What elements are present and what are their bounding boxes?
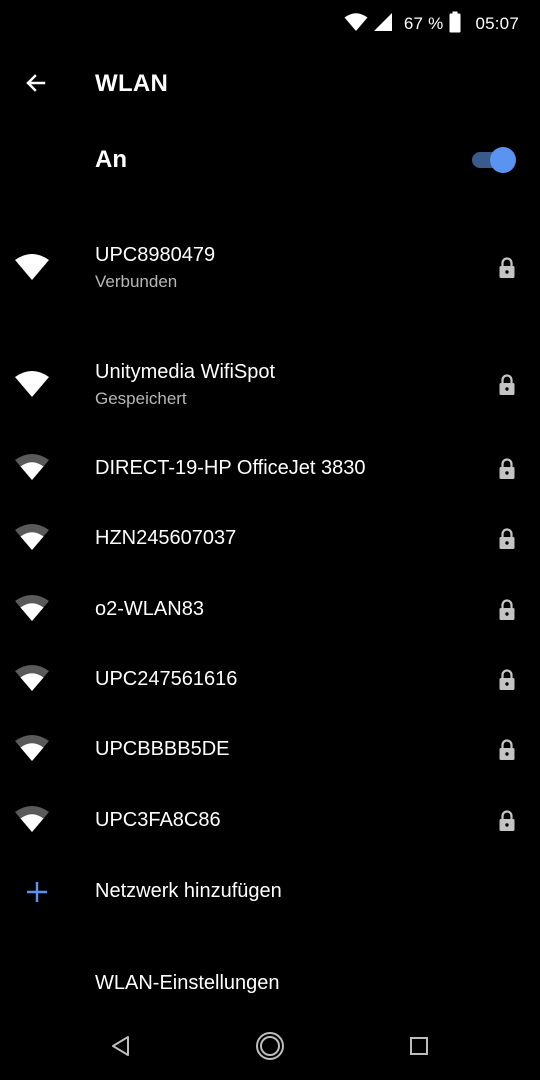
wlan-settings-link[interactable]: WLAN-Einstellungen [0, 952, 540, 1016]
wifi-signal-strong-icon [14, 252, 50, 287]
wifi-signal-icon [344, 12, 368, 37]
wifi-signal-medium-icon [14, 452, 50, 487]
battery-percent: 67 % [403, 14, 444, 33]
nav-recents-button[interactable] [395, 1024, 443, 1072]
network-item[interactable]: o2-WLAN83 [0, 575, 540, 645]
wlan-switch[interactable] [472, 146, 516, 174]
wifi-signal-medium-icon [14, 593, 50, 628]
wlan-toggle-row[interactable]: An [0, 122, 540, 196]
lock-icon [498, 528, 516, 555]
network-ssid: UPC8980479 [95, 244, 216, 266]
network-ssid: HZN245607037 [95, 527, 237, 549]
lock-icon [498, 458, 516, 485]
network-ssid: UPCBBBB5DE [95, 738, 230, 760]
add-network-label: Netzwerk hinzufügen [95, 880, 282, 902]
wifi-signal-medium-icon [14, 663, 50, 698]
network-item[interactable]: UPC8980479 Verbunden [0, 222, 540, 320]
back-button[interactable] [12, 61, 60, 109]
wlan-settings-label: WLAN-Einstellungen [95, 972, 280, 994]
network-item[interactable]: UPCBBBB5DE [0, 715, 540, 785]
wifi-signal-medium-icon [14, 804, 50, 839]
lock-icon [498, 374, 516, 401]
network-item[interactable]: UPC3FA8C86 [0, 786, 540, 856]
battery-icon [449, 11, 461, 38]
nav-home-icon [255, 1031, 285, 1066]
network-status: Gespeichert [95, 389, 187, 408]
app-bar: WLAN [0, 48, 540, 122]
nav-back-icon [110, 1034, 132, 1063]
nav-back-button[interactable] [97, 1024, 145, 1072]
network-ssid: UPC3FA8C86 [95, 809, 221, 831]
wlan-toggle-label: An [95, 146, 127, 173]
network-ssid: o2-WLAN83 [95, 598, 204, 620]
network-item[interactable]: UPC247561616 [0, 645, 540, 715]
network-status: Verbunden [95, 272, 178, 291]
add-network-button[interactable]: Netzwerk hinzufügen [0, 856, 540, 926]
switch-thumb [490, 147, 516, 173]
lock-icon [498, 810, 516, 837]
page-title: WLAN [95, 70, 169, 97]
status-indicators: 67 % 05:07 [344, 11, 519, 37]
network-ssid: UPC247561616 [95, 668, 238, 690]
clock: 05:07 [475, 14, 519, 33]
wifi-signal-medium-icon [14, 522, 50, 557]
arrow-left-icon [24, 71, 48, 100]
cell-signal-icon [373, 12, 393, 37]
lock-icon [498, 669, 516, 696]
lock-icon [498, 599, 516, 626]
network-item[interactable]: Unitymedia WifiSpot Gespeichert [0, 339, 540, 437]
plus-icon [25, 880, 49, 909]
network-ssid: DIRECT-19-HP OfficeJet 3830 [95, 457, 366, 479]
wifi-signal-strong-icon [14, 369, 50, 404]
network-ssid: Unitymedia WifiSpot [95, 361, 276, 383]
network-item[interactable]: DIRECT-19-HP OfficeJet 3830 [0, 434, 540, 504]
nav-recents-icon [409, 1036, 429, 1061]
lock-icon [498, 739, 516, 766]
wifi-signal-medium-icon [14, 733, 50, 768]
network-item[interactable]: HZN245607037 [0, 504, 540, 574]
lock-icon [498, 257, 516, 284]
nav-home-button[interactable] [246, 1024, 294, 1072]
navigation-bar [0, 1016, 540, 1080]
status-bar: 67 % 05:07 [0, 0, 540, 48]
